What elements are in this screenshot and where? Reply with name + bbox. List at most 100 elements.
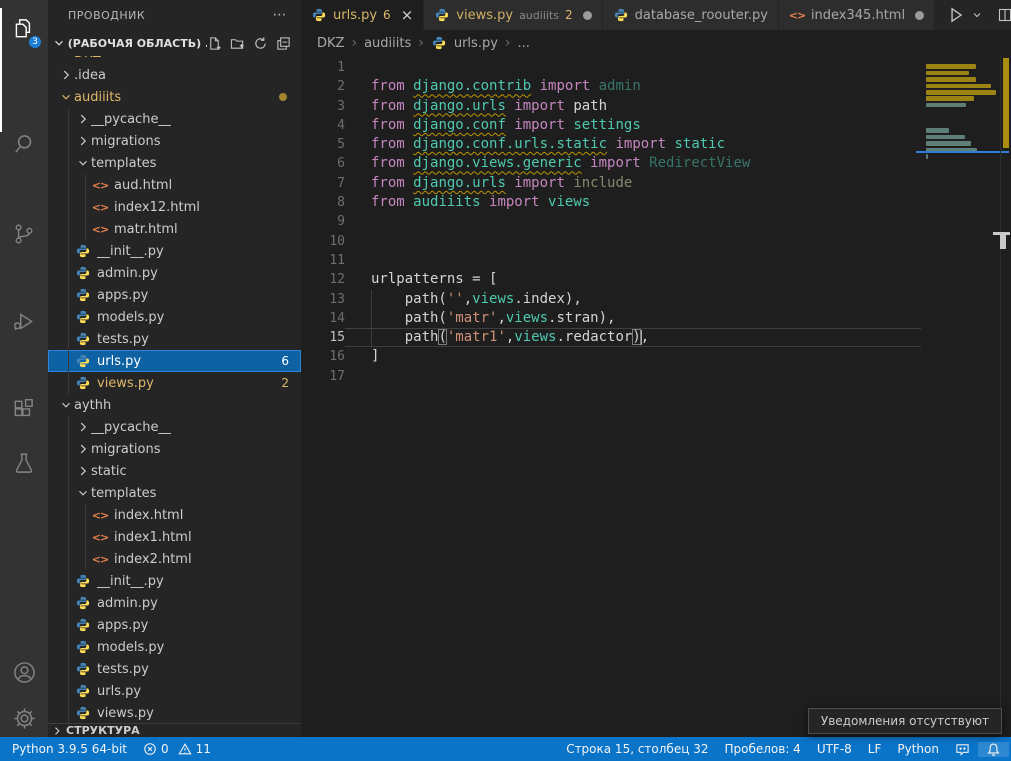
tree-item-migrations[interactable]: migrations [48,438,301,460]
python-file-icon [431,35,447,51]
code-line-1[interactable]: 1 [301,58,920,77]
code-line-8[interactable]: 8from audiiits import views [301,193,920,212]
code-line-16[interactable]: 16] [301,347,920,366]
code-editor[interactable]: 12from django.contrib import admin3from … [301,56,1011,737]
run-debug-icon[interactable] [0,300,48,344]
code-line-5[interactable]: 5from django.conf.urls.static import sta… [301,135,920,154]
tree-item-static[interactable]: static [48,460,301,482]
run-python-file-icon[interactable] [947,6,965,24]
close-icon[interactable]: × [401,6,414,24]
minimap[interactable] [920,56,1000,737]
tree-item-label: admin.py [97,596,158,611]
code-line-9[interactable]: 9 [301,212,920,231]
tree-item-urls-py[interactable]: urls.py [48,680,301,702]
new-file-icon[interactable] [207,36,222,51]
editor-group: urls.py6×views.pyaudiiits2database_roout… [301,0,1011,737]
tree-item-admin-py[interactable]: admin.py [48,262,301,284]
tab-label: urls.py [333,8,377,23]
tab-views-py[interactable]: views.pyaudiiits2 [424,0,602,30]
tree-item-admin-py[interactable]: admin.py [48,592,301,614]
tree-item-label: tests.py [97,332,149,347]
code-line-11[interactable]: 11 [301,251,920,270]
cursor-position-status[interactable]: Строка 15, столбец 32 [558,742,716,756]
workspace-section-header[interactable]: (РАБОЧАЯ ОБЛАСТЬ) ... [48,30,301,56]
problems-status[interactable]: 0 11 [135,742,219,756]
new-folder-icon[interactable] [230,36,245,51]
tree-item-views-py[interactable]: views.py [48,702,301,723]
account-icon[interactable] [0,650,48,694]
tree-item--idea[interactable]: .idea [48,64,301,86]
tree-item--init-py[interactable]: __init__.py [48,570,301,592]
tree-item--init-py[interactable]: __init__.py [48,240,301,262]
tree-item-migrations[interactable]: migrations [48,130,301,152]
run-dropdown-chevron-icon[interactable] [971,9,983,21]
tree-item-index-html[interactable]: <>index.html [48,504,301,526]
tree-item-apps-py[interactable]: apps.py [48,614,301,636]
indent-guide [68,680,69,702]
code-line-3[interactable]: 3from django.urls import path [301,97,920,116]
tree-item-index1-html[interactable]: <>index1.html [48,526,301,548]
search-icon[interactable] [0,122,48,166]
collapse-all-icon[interactable] [276,36,291,51]
tree-item--pycache-[interactable]: __pycache__ [48,108,301,130]
breadcrumb-item-workspace[interactable]: DKZ [317,36,344,51]
tree-item-tests-py[interactable]: tests.py [48,658,301,680]
line-number: 11 [301,251,345,270]
code-line-7[interactable]: 7from django.urls import include [301,174,920,193]
code-line-6[interactable]: 6from django.views.generic import Redire… [301,154,920,173]
language-mode-status[interactable]: Python [889,742,947,756]
breadcrumb-item-symbol[interactable]: ... [518,36,530,51]
outline-section-header[interactable]: СТРУКТУРА [48,723,301,737]
split-editor-icon[interactable] [997,7,1011,23]
tab-database-roouter-py[interactable]: database_roouter.py [603,0,779,30]
tree-item-templates[interactable]: templates [48,482,301,504]
tree-item-models-py[interactable]: models.py [48,306,301,328]
tree-item-templates[interactable]: templates [48,152,301,174]
testing-icon[interactable] [0,442,48,486]
breadcrumb-item-folder[interactable]: audiiits [364,36,411,51]
tree-item-models-py[interactable]: models.py [48,636,301,658]
refresh-icon[interactable] [253,36,268,51]
tree-item-audiiits[interactable]: audiiits [48,86,301,108]
code-line-15[interactable]: 15 path('matr1',views.redactor), [301,328,920,347]
source-control-icon[interactable] [0,212,48,256]
tab-index345-html[interactable]: <>index345.html [779,0,935,30]
tree-item-matr-html[interactable]: <>matr.html [48,218,301,240]
indentation-status[interactable]: Пробелов: 4 [716,742,808,756]
explorer-more-actions-icon[interactable]: ⋯ [273,7,288,23]
tree-item-views-py[interactable]: views.py2 [48,372,301,394]
tree-item--pycache-[interactable]: __pycache__ [48,416,301,438]
line-number: 4 [301,116,345,135]
tree-item-DKZ[interactable]: DKZ [48,56,301,64]
code-line-12[interactable]: 12urlpatterns = [ [301,270,920,289]
tree-item-tests-py[interactable]: tests.py [48,328,301,350]
code-line-2[interactable]: 2from django.contrib import admin [301,77,920,96]
feedback-icon[interactable] [947,742,978,757]
eol-status[interactable]: LF [860,742,890,756]
line-number: 10 [301,232,345,251]
overview-ruler-scrollbar[interactable] [1000,56,1011,737]
python-interpreter-status[interactable]: Python 3.9.5 64-bit [4,742,135,756]
html-file-icon: <> [92,199,108,215]
dirty-dot-icon[interactable] [915,11,924,20]
notifications-bell-icon[interactable] [978,742,1009,757]
python-file-icon [75,287,91,303]
tree-item-apps-py[interactable]: apps.py [48,284,301,306]
encoding-status[interactable]: UTF-8 [809,742,860,756]
tree-item-urls-py[interactable]: urls.py6 [48,350,301,372]
code-line-14[interactable]: 14 path('matr',views.stran), [301,309,920,328]
breadcrumb-item-file[interactable]: urls.py [454,36,498,51]
tree-item-aud-html[interactable]: <>aud.html [48,174,301,196]
tree-item-index2-html[interactable]: <>index2.html [48,548,301,570]
code-line-13[interactable]: 13 path('',views.index), [301,290,920,309]
code-line-10[interactable]: 10 [301,232,920,251]
explorer-icon[interactable]: 3 [0,6,48,50]
tab-urls-py[interactable]: urls.py6× [301,0,424,30]
settings-gear-icon[interactable] [0,696,48,740]
tree-item-index12-html[interactable]: <>index12.html [48,196,301,218]
code-line-4[interactable]: 4from django.conf import settings [301,116,920,135]
extensions-icon[interactable] [0,388,48,432]
dirty-dot-icon[interactable] [583,11,592,20]
code-line-17[interactable]: 17 [301,367,920,386]
tree-item-aythh[interactable]: aythh [48,394,301,416]
